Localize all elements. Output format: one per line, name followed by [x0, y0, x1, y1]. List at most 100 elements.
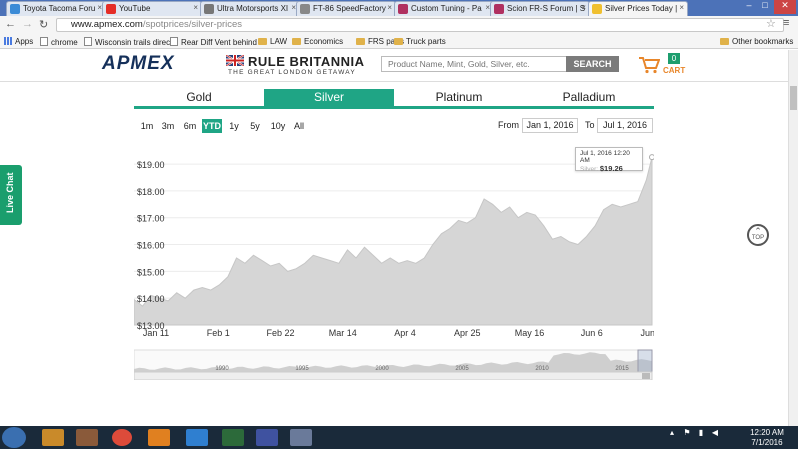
browser-tab-title: Custom Tuning - Pa — [411, 4, 482, 13]
browser-tab[interactable]: Silver Prices Today | × — [588, 1, 688, 16]
browser-tab-title: FT-86 SpeedFactory — [313, 4, 386, 13]
bookmark-item[interactable]: chrome — [40, 37, 78, 47]
from-date-input[interactable]: Jan 1, 2016 — [522, 118, 578, 133]
live-chat-button[interactable]: Live Chat — [0, 165, 22, 225]
bookmark-item[interactable]: Truck parts — [394, 37, 446, 46]
browser-tab-title: Toyota Tacoma Foru — [23, 4, 96, 13]
search-button[interactable]: SEARCH — [566, 56, 619, 72]
chrome-taskbar-icon[interactable] — [112, 429, 132, 446]
page-icon — [170, 37, 178, 46]
navigator-selection[interactable] — [637, 349, 653, 373]
apmex-logo[interactable]: APMEX — [102, 53, 175, 75]
cart-label[interactable]: CART — [663, 66, 685, 75]
star-bookmark-icon[interactable]: ☆ — [766, 17, 776, 30]
browser-tab[interactable]: Custom Tuning - Pa × — [394, 1, 494, 16]
range-5y[interactable]: 5y — [247, 119, 263, 133]
minimize-icon[interactable]: – — [742, 0, 756, 14]
rule-britannia-banner[interactable]: RULE BRITANNIA THE GREAT LONDON GETAWAY — [225, 54, 365, 76]
browser-tab[interactable]: Scion FR-S Forum | S × — [490, 1, 590, 16]
x-tick-label: Mar 14 — [329, 328, 357, 338]
favicon-icon — [592, 4, 602, 14]
bookmark-label: LAW — [270, 37, 288, 46]
folder-taskbar-icon[interactable] — [42, 429, 64, 446]
address-bar: ← → ↻ www.apmex.com/spotprices/silver-pr… — [0, 16, 798, 34]
close-tab-icon[interactable]: × — [679, 3, 684, 12]
range-10y[interactable]: 10y — [268, 119, 288, 133]
range-ytd[interactable]: YTD — [202, 119, 222, 133]
app-taskbar-icon[interactable] — [76, 429, 98, 446]
scrollbar-thumb[interactable] — [790, 86, 797, 110]
bookmark-label: Truck parts — [406, 37, 446, 46]
y-tick-label: $18.00 — [137, 187, 165, 197]
app2-taskbar-icon[interactable] — [256, 429, 278, 446]
range-1y[interactable]: 1y — [227, 119, 241, 133]
windows-start-icon[interactable] — [2, 427, 26, 448]
forward-icon[interactable]: → — [22, 18, 33, 30]
cart-count-badge[interactable]: 0 — [668, 53, 680, 64]
close-tab-icon[interactable]: × — [193, 3, 198, 12]
url-input[interactable]: www.apmex.com/spotprices/silver-prices — [56, 18, 784, 32]
range-all[interactable]: All — [291, 119, 307, 133]
browser-tab[interactable]: FT-86 SpeedFactory × — [296, 1, 396, 16]
x-tick-label: Feb 1 — [207, 328, 230, 338]
bookmark-label: Apps — [15, 37, 34, 46]
other-bookmarks[interactable]: Other bookmarks — [720, 37, 793, 46]
union-jack-icon — [225, 54, 245, 67]
tab-gold[interactable]: Gold — [134, 89, 264, 106]
tab-platinum[interactable]: Platinum — [394, 89, 524, 106]
close-tab-icon[interactable]: × — [387, 3, 392, 12]
reload-icon[interactable]: ↻ — [39, 18, 48, 31]
flag-icon[interactable]: ⚑ — [682, 428, 692, 438]
range-3m[interactable]: 3m — [160, 119, 176, 133]
tray-arrow-icon[interactable]: ▴ — [666, 428, 678, 438]
page-scrollbar[interactable] — [788, 50, 798, 426]
range-6m[interactable]: 6m — [181, 119, 199, 133]
browser-tab[interactable]: YouTube × — [102, 1, 202, 16]
to-date-input[interactable]: Jul 1, 2016 — [597, 118, 653, 133]
live-chat-label: Live Chat — [5, 172, 15, 213]
bookmark-item[interactable]: Apps — [4, 37, 33, 46]
maximize-icon[interactable]: □ — [758, 0, 772, 14]
silver-price-chart[interactable]: $13.00 $14.00 $15.00 $16.00 $17.00 $18.00 $19.… — [133, 140, 668, 381]
network-icon[interactable]: ▮ — [696, 428, 706, 438]
back-icon[interactable]: ← — [5, 18, 16, 30]
range-1m[interactable]: 1m — [139, 119, 155, 133]
to-label: To — [585, 120, 595, 130]
bookmark-item[interactable]: LAW — [258, 37, 287, 46]
internet-explorer-taskbar-icon[interactable] — [186, 429, 208, 446]
media-player-taskbar-icon[interactable] — [148, 429, 170, 446]
url-path: /spotprices/silver-prices — [142, 19, 243, 30]
bookmark-item[interactable]: Rear Diff Vent behind — [170, 37, 257, 47]
paint-taskbar-icon[interactable] — [290, 429, 312, 446]
x-tick-label: May 16 — [515, 328, 545, 338]
back-to-top-button[interactable]: ⌃ TOP — [747, 224, 769, 246]
y-tick-label: $17.00 — [137, 214, 165, 224]
browser-tab-title: Ultra Motorsports XI — [217, 4, 289, 13]
x-tick-label: Jan 11 — [143, 328, 169, 338]
tab-palladium[interactable]: Palladium — [524, 89, 654, 106]
browser-tab[interactable]: Ultra Motorsports XI × — [200, 1, 300, 16]
system-clock[interactable]: 12:20 AM 7/1/2016 — [745, 428, 789, 448]
tab-silver[interactable]: Silver — [264, 89, 394, 106]
chart-svg[interactable]: $13.00$14.00$15.00$16.00$17.00$18.00$19.… — [133, 140, 668, 381]
browser-tab-title: Scion FR-S Forum | S — [507, 4, 586, 13]
menu-icon[interactable]: ≡ — [783, 17, 789, 29]
bookmark-item[interactable]: Wisconsin trails direct — [84, 37, 172, 47]
folder-icon — [258, 38, 267, 45]
close-window-icon[interactable]: ✕ — [774, 0, 796, 14]
pen-taskbar-icon[interactable] — [222, 429, 244, 446]
volume-icon[interactable]: ◀ — [710, 428, 720, 438]
page-icon — [40, 37, 48, 46]
favicon-icon — [204, 4, 214, 14]
y-tick-label: $14.00 — [137, 294, 165, 304]
navigator-year-label: 2015 — [615, 366, 629, 372]
x-tick-label: Jun 6 — [581, 328, 603, 338]
bookmark-item[interactable]: Economics — [292, 37, 343, 46]
tooltip-series: Silver: — [580, 166, 599, 173]
search-input[interactable] — [381, 56, 567, 72]
folder-icon — [394, 38, 403, 45]
close-tab-icon[interactable]: × — [581, 3, 586, 12]
cart-icon[interactable] — [638, 56, 661, 79]
navigator-scroll-thumb — [642, 373, 650, 379]
browser-tab[interactable]: Toyota Tacoma Foru × — [6, 1, 106, 16]
